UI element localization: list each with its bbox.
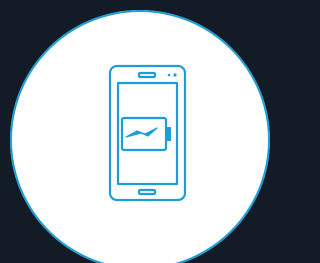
- phone-charging-illustration: [108, 64, 187, 202]
- phone-home-button: [137, 188, 157, 196]
- lightning-bolt-icon: [125, 127, 158, 138]
- battery-terminal: [166, 127, 171, 141]
- illustration-stage: [0, 0, 270, 263]
- phone-speaker: [137, 71, 157, 79]
- phone-camera-dot: [173, 73, 177, 77]
- phone-sensor-dot: [167, 73, 171, 77]
